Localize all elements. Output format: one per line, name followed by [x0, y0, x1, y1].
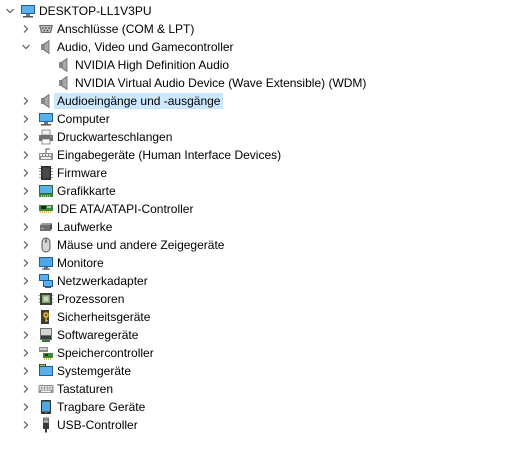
firmware-icon	[38, 165, 54, 181]
ide-controller-icon	[38, 201, 54, 217]
category-label: Netzwerkadapter	[57, 274, 148, 288]
category-processors[interactable]: Prozessoren	[0, 290, 521, 308]
category-label: Eingabegeräte (Human Interface Devices)	[57, 148, 282, 162]
port-icon	[38, 21, 54, 37]
hid-icon	[38, 147, 54, 163]
category-computer[interactable]: Computer	[0, 110, 521, 128]
chevron-down-icon[interactable]	[5, 6, 15, 16]
category-software-devices[interactable]: Softwaregeräte	[0, 326, 521, 344]
category-system-devices[interactable]: Systemgeräte	[0, 362, 521, 380]
system-device-icon	[38, 363, 54, 379]
chevron-right-icon[interactable]	[21, 96, 31, 106]
category-print-queues[interactable]: Druckwarteschlangen	[0, 128, 521, 146]
device-nvidia-virtual-audio[interactable]: NVIDIA Virtual Audio Device (Wave Extens…	[0, 74, 521, 92]
chevron-right-icon[interactable]	[21, 222, 31, 232]
security-key-icon	[38, 309, 54, 325]
computer-icon	[20, 3, 36, 19]
processor-icon	[38, 291, 54, 307]
device-label: NVIDIA High Definition Audio	[75, 58, 230, 72]
category-label: Anschlüsse (COM & LPT)	[57, 22, 195, 36]
category-label: Tastaturen	[57, 382, 114, 396]
device-nvidia-hd-audio[interactable]: NVIDIA High Definition Audio	[0, 56, 521, 74]
category-security-devices[interactable]: Sicherheitsgeräte	[0, 308, 521, 326]
chevron-right-icon[interactable]	[21, 276, 31, 286]
speaker-icon	[56, 57, 72, 73]
tree-root-label: DESKTOP-LL1V3PU	[39, 4, 152, 18]
category-storage-controllers[interactable]: Speichercontroller	[0, 344, 521, 362]
category-label: Laufwerke	[57, 220, 113, 234]
category-ports[interactable]: Anschlüsse (COM & LPT)	[0, 20, 521, 38]
chevron-right-icon[interactable]	[21, 294, 31, 304]
printer-icon	[38, 129, 54, 145]
speaker-icon	[38, 39, 54, 55]
category-mice[interactable]: Mäuse und andere Zeigegeräte	[0, 236, 521, 254]
category-ide-controllers[interactable]: IDE ATA/ATAPI-Controller	[0, 200, 521, 218]
network-adapter-icon	[38, 273, 54, 289]
usb-icon	[38, 417, 54, 433]
chevron-right-icon[interactable]	[21, 114, 31, 124]
chevron-right-icon[interactable]	[21, 132, 31, 142]
category-label: Mäuse und andere Zeigegeräte	[57, 238, 225, 252]
chevron-right-icon[interactable]	[21, 384, 31, 394]
chevron-right-icon[interactable]	[21, 24, 31, 34]
computer-icon	[38, 111, 54, 127]
category-usb-controllers[interactable]: USB-Controller	[0, 416, 521, 434]
speaker-icon	[38, 93, 54, 109]
display-adapter-icon	[38, 183, 54, 199]
category-label: Audioeingänge und -ausgänge	[53, 93, 224, 109]
keyboard-icon	[38, 381, 54, 397]
portable-device-icon	[38, 399, 54, 415]
category-hid[interactable]: Eingabegeräte (Human Interface Devices)	[0, 146, 521, 164]
category-label: Tragbare Geräte	[57, 400, 146, 414]
category-label: USB-Controller	[57, 418, 138, 432]
category-disk-drives[interactable]: Laufwerke	[0, 218, 521, 236]
device-tree: DESKTOP-LL1V3PU Anschlüsse (COM & LPT) A…	[0, 0, 521, 455]
category-audio-video-game[interactable]: Audio, Video und Gamecontroller	[0, 38, 521, 56]
category-keyboards[interactable]: Tastaturen	[0, 380, 521, 398]
chevron-right-icon[interactable]	[21, 402, 31, 412]
mouse-icon	[38, 237, 54, 253]
category-label: Systemgeräte	[57, 364, 132, 378]
storage-controller-icon	[38, 345, 54, 361]
tree-root[interactable]: DESKTOP-LL1V3PU	[0, 2, 521, 20]
chevron-right-icon[interactable]	[21, 168, 31, 178]
chevron-right-icon[interactable]	[21, 330, 31, 340]
disk-drive-icon	[38, 219, 54, 235]
speaker-icon	[56, 75, 72, 91]
category-label: Softwaregeräte	[57, 328, 139, 342]
category-label: Monitore	[57, 256, 104, 270]
chevron-right-icon[interactable]	[21, 150, 31, 160]
category-label: Audio, Video und Gamecontroller	[57, 40, 234, 54]
category-label: Prozessoren	[57, 292, 125, 306]
category-label: Sicherheitsgeräte	[57, 310, 151, 324]
category-display-adapters[interactable]: Grafikkarte	[0, 182, 521, 200]
chevron-right-icon[interactable]	[21, 240, 31, 250]
category-audio-inputs-outputs[interactable]: Audioeingänge und -ausgänge	[0, 92, 521, 110]
category-label: IDE ATA/ATAPI-Controller	[57, 202, 194, 216]
category-label: Grafikkarte	[57, 184, 116, 198]
category-label: Computer	[57, 112, 110, 126]
chevron-right-icon[interactable]	[21, 186, 31, 196]
category-label: Druckwarteschlangen	[57, 130, 173, 144]
chevron-down-icon[interactable]	[21, 42, 31, 52]
chevron-right-icon[interactable]	[21, 348, 31, 358]
chevron-right-icon[interactable]	[21, 258, 31, 268]
category-firmware[interactable]: Firmware	[0, 164, 521, 182]
chevron-right-icon[interactable]	[21, 312, 31, 322]
category-portable-devices[interactable]: Tragbare Geräte	[0, 398, 521, 416]
category-monitors[interactable]: Monitore	[0, 254, 521, 272]
category-network-adapters[interactable]: Netzwerkadapter	[0, 272, 521, 290]
chevron-right-icon[interactable]	[21, 420, 31, 430]
category-label: Firmware	[57, 166, 107, 180]
monitor-icon	[38, 255, 54, 271]
chevron-right-icon[interactable]	[21, 204, 31, 214]
category-label: Speichercontroller	[57, 346, 154, 360]
chevron-right-icon[interactable]	[21, 366, 31, 376]
software-device-icon	[38, 327, 54, 343]
device-label: NVIDIA Virtual Audio Device (Wave Extens…	[75, 76, 367, 90]
